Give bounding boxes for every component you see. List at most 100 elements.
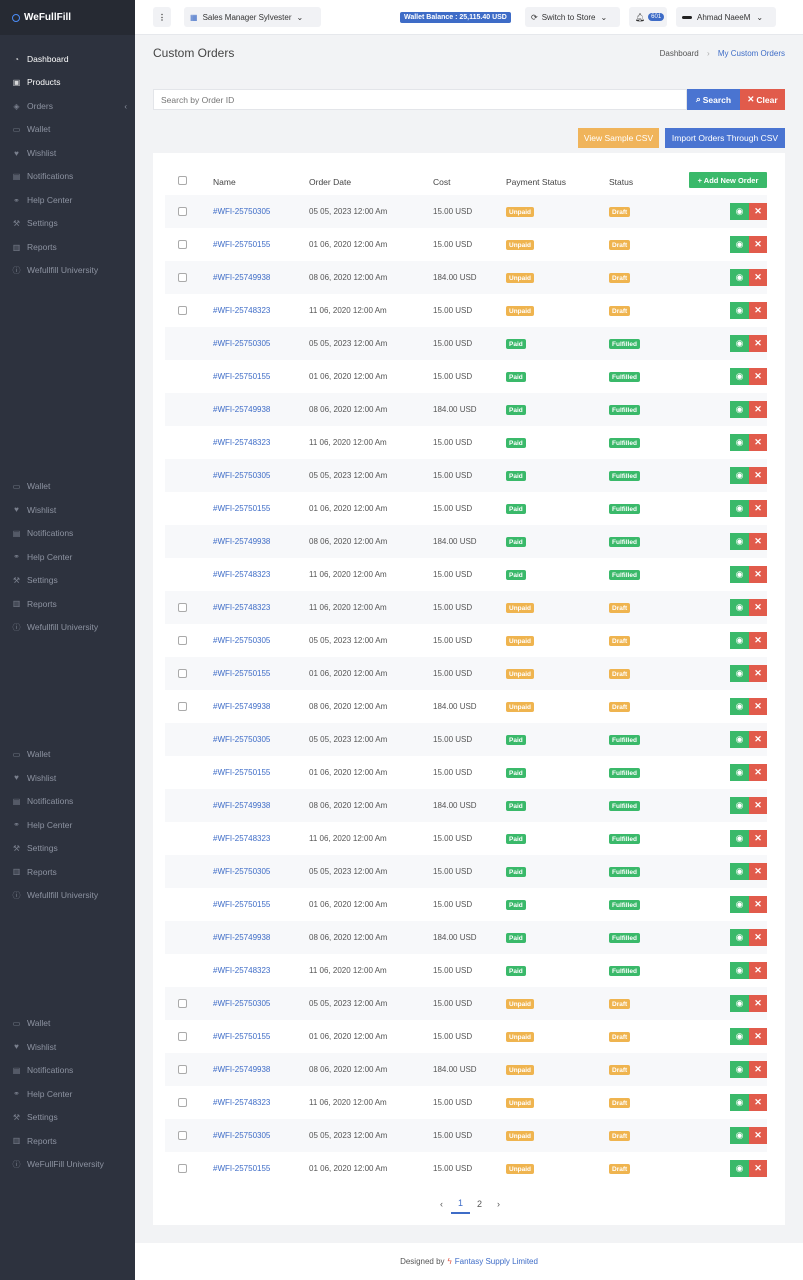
- view-order-button[interactable]: ◉: [730, 302, 749, 319]
- sidebar-item-notifications[interactable]: ▤ Notifications: [0, 523, 135, 543]
- delete-order-button[interactable]: ✕: [749, 1028, 767, 1045]
- delete-order-button[interactable]: ✕: [749, 566, 767, 583]
- order-id-link[interactable]: #WFI-25750305: [213, 636, 270, 645]
- delete-order-button[interactable]: ✕: [749, 599, 767, 616]
- sidebar-item-help-center[interactable]: ⚭ Help Center: [0, 1084, 135, 1104]
- delete-order-button[interactable]: ✕: [749, 269, 767, 286]
- order-id-link[interactable]: #WFI-25750155: [213, 669, 270, 678]
- add-new-order-button[interactable]: + Add New Order: [689, 172, 767, 188]
- delete-order-button[interactable]: ✕: [749, 1094, 767, 1111]
- delete-order-button[interactable]: ✕: [749, 434, 767, 451]
- view-order-button[interactable]: ◉: [730, 731, 749, 748]
- order-id-link[interactable]: #WFI-25749938: [213, 1065, 270, 1074]
- row-checkbox[interactable]: [178, 669, 187, 678]
- sidebar-item-reports[interactable]: ▥ Reports: [0, 237, 135, 257]
- delete-order-button[interactable]: ✕: [749, 401, 767, 418]
- delete-order-button[interactable]: ✕: [749, 698, 767, 715]
- select-all-checkbox[interactable]: [178, 176, 187, 185]
- sidebar-item-notifications[interactable]: ▤ Notifications: [0, 1060, 135, 1080]
- sidebar-item-help-center[interactable]: ⚭ Help Center: [0, 815, 135, 835]
- sidebar-item-wallet[interactable]: ▭ Wallet: [0, 744, 135, 764]
- view-order-button[interactable]: ◉: [730, 1061, 749, 1078]
- sidebar-item-settings[interactable]: ⚒ Settings: [0, 1107, 135, 1127]
- user-menu[interactable]: Ahmad NaeeM ⌄: [676, 7, 776, 27]
- sidebar-item-wallet[interactable]: ▭ Wallet: [0, 1013, 135, 1033]
- row-checkbox[interactable]: [178, 273, 187, 282]
- search-button[interactable]: ⌕ Search: [687, 89, 740, 110]
- order-id-link[interactable]: #WFI-25750305: [213, 339, 270, 348]
- sidebar-item-reports[interactable]: ▥ Reports: [0, 594, 135, 614]
- order-id-link[interactable]: #WFI-25750305: [213, 999, 270, 1008]
- sidebar-item-dashboard[interactable]: ◔ Dashboard: [0, 49, 135, 69]
- view-order-button[interactable]: ◉: [730, 1094, 749, 1111]
- view-order-button[interactable]: ◉: [730, 599, 749, 616]
- more-menu-button[interactable]: ⋮: [153, 7, 171, 27]
- sidebar-item-notifications[interactable]: ▤ Notifications: [0, 166, 135, 186]
- view-order-button[interactable]: ◉: [730, 830, 749, 847]
- sidebar-item-products[interactable]: ▣ Products: [0, 72, 135, 92]
- delete-order-button[interactable]: ✕: [749, 797, 767, 814]
- sidebar-item-wallet[interactable]: ▭ Wallet: [0, 119, 135, 139]
- sidebar-item-wishlist[interactable]: ♥ Wishlist: [0, 500, 135, 520]
- order-id-link[interactable]: #WFI-25750155: [213, 1032, 270, 1041]
- delete-order-button[interactable]: ✕: [749, 302, 767, 319]
- sidebar-item-wefullfill-university[interactable]: ⓘ WeFullFill University: [0, 1154, 135, 1174]
- pagination-page-1[interactable]: 1: [451, 1198, 470, 1214]
- view-order-button[interactable]: ◉: [730, 533, 749, 550]
- delete-order-button[interactable]: ✕: [749, 731, 767, 748]
- order-id-link[interactable]: #WFI-25750305: [213, 207, 270, 216]
- order-id-link[interactable]: #WFI-25750305: [213, 471, 270, 480]
- pagination-page-2[interactable]: 2: [470, 1199, 489, 1209]
- order-id-link[interactable]: #WFI-25748323: [213, 570, 270, 579]
- notifications-button[interactable]: 🔔︎ 601: [629, 7, 667, 27]
- order-id-link[interactable]: #WFI-25748323: [213, 966, 270, 975]
- view-order-button[interactable]: ◉: [730, 434, 749, 451]
- row-checkbox[interactable]: [178, 702, 187, 711]
- row-checkbox[interactable]: [178, 603, 187, 612]
- view-order-button[interactable]: ◉: [730, 665, 749, 682]
- delete-order-button[interactable]: ✕: [749, 764, 767, 781]
- manager-dropdown[interactable]: ▦ Sales Manager Sylvester ⌄: [184, 7, 321, 27]
- sidebar-item-settings[interactable]: ⚒ Settings: [0, 570, 135, 590]
- order-id-link[interactable]: #WFI-25749938: [213, 933, 270, 942]
- view-order-button[interactable]: ◉: [730, 401, 749, 418]
- delete-order-button[interactable]: ✕: [749, 203, 767, 220]
- view-order-button[interactable]: ◉: [730, 368, 749, 385]
- order-id-link[interactable]: #WFI-25750305: [213, 735, 270, 744]
- sidebar-item-settings[interactable]: ⚒ Settings: [0, 838, 135, 858]
- search-input[interactable]: [153, 89, 687, 110]
- row-checkbox[interactable]: [178, 1098, 187, 1107]
- order-id-link[interactable]: #WFI-25750155: [213, 1164, 270, 1173]
- sidebar-item-notifications[interactable]: ▤ Notifications: [0, 791, 135, 811]
- view-order-button[interactable]: ◉: [730, 500, 749, 517]
- delete-order-button[interactable]: ✕: [749, 929, 767, 946]
- order-id-link[interactable]: #WFI-25750305: [213, 867, 270, 876]
- view-order-button[interactable]: ◉: [730, 1160, 749, 1177]
- order-id-link[interactable]: #WFI-25748323: [213, 438, 270, 447]
- row-checkbox[interactable]: [178, 636, 187, 645]
- delete-order-button[interactable]: ✕: [749, 830, 767, 847]
- sidebar-item-help-center[interactable]: ⚭ Help Center: [0, 547, 135, 567]
- sidebar-item-wishlist[interactable]: ♥ Wishlist: [0, 768, 135, 788]
- row-checkbox[interactable]: [178, 999, 187, 1008]
- delete-order-button[interactable]: ✕: [749, 500, 767, 517]
- view-order-button[interactable]: ◉: [730, 896, 749, 913]
- order-id-link[interactable]: #WFI-25748323: [213, 834, 270, 843]
- delete-order-button[interactable]: ✕: [749, 995, 767, 1012]
- view-order-button[interactable]: ◉: [730, 1127, 749, 1144]
- delete-order-button[interactable]: ✕: [749, 467, 767, 484]
- view-order-button[interactable]: ◉: [730, 1028, 749, 1045]
- order-id-link[interactable]: #WFI-25748323: [213, 603, 270, 612]
- sidebar-item-reports[interactable]: ▥ Reports: [0, 862, 135, 882]
- view-order-button[interactable]: ◉: [730, 269, 749, 286]
- delete-order-button[interactable]: ✕: [749, 368, 767, 385]
- brand-logo[interactable]: WeFullFill: [0, 0, 135, 35]
- footer-company-link[interactable]: Fantasy Supply Limited: [455, 1257, 538, 1266]
- view-sample-csv-button[interactable]: View Sample CSV: [578, 128, 659, 148]
- order-id-link[interactable]: #WFI-25749938: [213, 405, 270, 414]
- delete-order-button[interactable]: ✕: [749, 962, 767, 979]
- order-id-link[interactable]: #WFI-25749938: [213, 801, 270, 810]
- order-id-link[interactable]: #WFI-25750155: [213, 900, 270, 909]
- view-order-button[interactable]: ◉: [730, 995, 749, 1012]
- delete-order-button[interactable]: ✕: [749, 236, 767, 253]
